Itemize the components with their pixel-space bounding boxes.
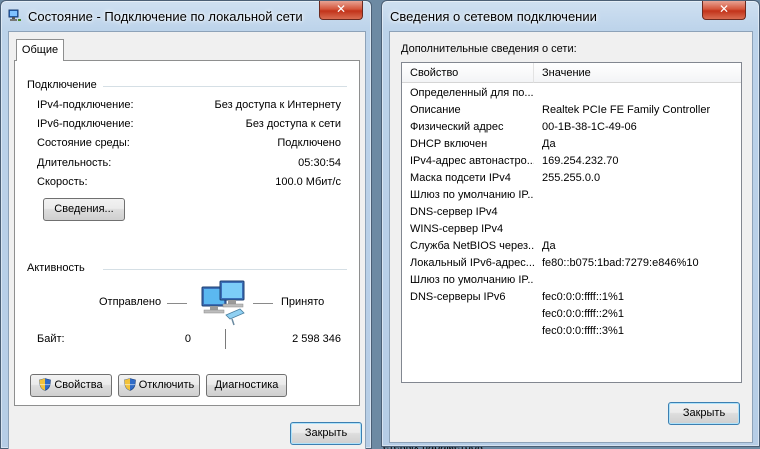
row-property: DHCP включен <box>410 138 488 150</box>
details-button[interactable]: Сведения... <box>43 198 125 221</box>
row-value: Да <box>542 138 556 150</box>
connection-group-divider <box>103 86 347 87</box>
table-row[interactable]: DNS-серверы IPv6 fec0:0:0:ffff::1%1 <box>402 291 741 308</box>
details-window-close-button[interactable]: ✕ <box>702 1 746 20</box>
table-row[interactable]: Шлюз по умолчанию IP... <box>402 189 741 206</box>
activity-group-divider <box>103 269 347 270</box>
table-row[interactable]: Описание Realtek PCIe FE Family Controll… <box>402 104 741 121</box>
row-property: DNS-серверы IPv6 <box>410 291 506 303</box>
row-property: DNS-сервер IPv4 <box>410 206 498 218</box>
row-value: fe80::b075:1bad:7279:e846%10 <box>542 257 699 269</box>
properties-button[interactable]: Свойства <box>30 374 112 397</box>
row-property: WINS-сервер IPv4 <box>410 223 504 235</box>
ipv4-connection-value: Без доступа к Интернету <box>214 99 341 111</box>
table-row[interactable]: Шлюз по умолчанию IP... <box>402 274 741 291</box>
table-row[interactable]: Маска подсети IPv4 255.255.0.0 <box>402 172 741 189</box>
row-property: Служба NetBIOS через... <box>410 240 534 252</box>
status-window-title: Состояние - Подключение по локальной сет… <box>28 9 303 24</box>
sent-line <box>167 303 187 304</box>
row-property: IPv4-адрес автонастро... <box>410 155 534 167</box>
uac-shield-icon <box>39 378 52 391</box>
column-header-property[interactable]: Свойство <box>402 63 534 83</box>
bytes-received-value: 2 598 346 <box>292 333 341 345</box>
duration-value: 05:30:54 <box>298 157 341 169</box>
diagnose-button[interactable]: Диагностика <box>206 374 287 397</box>
table-row[interactable]: fec0:0:0:ffff::3%1 <box>402 325 741 342</box>
disable-button[interactable]: Отключить <box>118 374 200 397</box>
ipv4-connection-label: IPv4-подключение: <box>37 99 134 111</box>
speed-label: Скорость: <box>37 176 88 188</box>
status-window-close-button[interactable]: ✕ <box>319 1 363 20</box>
status-window-client: Общие Подключение IPv4-подключение: Без … <box>8 31 366 449</box>
bytes-sent-value: 0 <box>184 333 191 345</box>
details-caption: Дополнительные сведения о сети: <box>401 43 577 55</box>
row-value: fec0:0:0:ffff::2%1 <box>542 308 624 320</box>
details-window-titlebar[interactable]: Сведения о сетевом подключении ✕ <box>382 1 759 31</box>
status-window: Состояние - Подключение по локальной сет… <box>0 0 372 449</box>
media-state-label: Состояние среды: <box>37 137 130 149</box>
status-window-titlebar[interactable]: Состояние - Подключение по локальной сет… <box>1 1 371 31</box>
bytes-separator <box>225 329 226 349</box>
table-row[interactable]: DHCP включен Да <box>402 138 741 155</box>
activity-group-header: Активность <box>27 262 85 274</box>
table-row[interactable]: DNS-сервер IPv4 <box>402 206 741 223</box>
close-icon: ✕ <box>718 2 730 16</box>
table-row[interactable]: Служба NetBIOS через... Да <box>402 240 741 257</box>
table-row[interactable]: IPv4-адрес автонастро... 169.254.232.70 <box>402 155 741 172</box>
row-value: Realtek PCIe FE Family Controller <box>542 104 711 116</box>
details-window-title: Сведения о сетевом подключении <box>390 9 597 24</box>
row-property: Определенный для по... <box>410 87 534 99</box>
received-label: Принято <box>281 296 325 308</box>
row-value: fec0:0:0:ffff::3%1 <box>542 325 624 337</box>
row-property: Шлюз по умолчанию IP... <box>410 274 534 286</box>
media-state-value: Подключено <box>277 137 341 149</box>
network-activity-icon <box>201 280 245 326</box>
row-property: Шлюз по умолчанию IP... <box>410 189 534 201</box>
sent-label: Отправлено <box>99 296 162 308</box>
table-row[interactable]: Физический адрес 00-1B-38-1C-49-06 <box>402 121 741 138</box>
row-value: 169.254.232.70 <box>542 155 619 167</box>
details-window-client: Дополнительные сведения о сети: Свойство… <box>389 31 753 443</box>
bytes-label: Байт: <box>37 333 65 345</box>
received-line <box>253 303 273 304</box>
duration-label: Длительность: <box>37 157 112 169</box>
close-icon: ✕ <box>335 2 347 16</box>
details-window: Сведения о сетевом подключении ✕ Дополни… <box>381 0 760 447</box>
table-row[interactable]: Локальный IPv6-адрес... fe80::b075:1bad:… <box>402 257 741 274</box>
row-property: Физический адрес <box>410 121 504 133</box>
ipv6-connection-value: Без доступа к сети <box>245 118 341 130</box>
row-property: Локальный IPv6-адрес... <box>410 257 534 269</box>
details-list[interactable]: Свойство Значение Определенный для по...… <box>401 62 742 383</box>
row-property: Маска подсети IPv4 <box>410 172 511 184</box>
column-header-value[interactable]: Значение <box>534 63 741 83</box>
row-value: 255.255.0.0 <box>542 172 601 184</box>
properties-button-label: Свойства <box>54 379 103 391</box>
network-icon <box>8 9 21 21</box>
disable-button-label: Отключить <box>138 379 195 391</box>
table-row[interactable]: WINS-сервер IPv4 <box>402 223 741 240</box>
uac-shield-icon <box>123 378 136 391</box>
row-value: fec0:0:0:ffff::1%1 <box>542 291 624 303</box>
tab-general[interactable]: Общие <box>16 39 64 61</box>
tab-general-panel: Подключение IPv4-подключение: Без доступ… <box>14 60 360 406</box>
status-close-button[interactable]: Закрыть <box>290 422 362 445</box>
details-close-button[interactable]: Закрыть <box>668 402 740 425</box>
speed-value: 100.0 Мбит/с <box>275 176 341 188</box>
table-row[interactable]: fec0:0:0:ffff::2%1 <box>402 308 741 325</box>
ipv6-connection-label: IPv6-подключение: <box>37 118 134 130</box>
row-value: Да <box>542 240 556 252</box>
table-row[interactable]: Определенный для по... <box>402 87 741 104</box>
connection-group-header: Подключение <box>27 79 97 91</box>
row-property: Описание <box>410 104 461 116</box>
row-value: 00-1B-38-1C-49-06 <box>542 121 637 133</box>
